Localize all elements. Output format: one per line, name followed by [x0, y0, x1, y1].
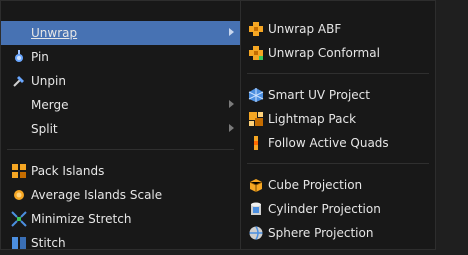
- lightmap-pack-icon: [248, 111, 264, 127]
- menu-separator: [247, 73, 429, 74]
- menu-item-label: Average Islands Scale: [31, 188, 163, 202]
- menu-item-cylinder-projection[interactable]: Cylinder Projection: [241, 197, 435, 221]
- menu-item-average-islands-scale[interactable]: Average Islands Scale: [1, 183, 240, 207]
- smart-uv-project-icon: [248, 87, 264, 103]
- unwrap-submenu: Unwrap ABF Unwrap Conformal Smart UV Pro…: [240, 0, 436, 250]
- average-islands-scale-icon: [11, 187, 27, 203]
- menu-item-sphere-projection[interactable]: Sphere Projection: [241, 221, 435, 245]
- menu-item-label: Smart UV Project: [268, 88, 370, 102]
- menu-item-label: Follow Active Quads: [268, 136, 389, 150]
- menu-item-stitch[interactable]: Stitch: [1, 231, 240, 255]
- menu-item-label: Stitch: [31, 236, 66, 250]
- pin-icon: [11, 49, 27, 65]
- menu-item-unwrap[interactable]: Unwrap: [1, 21, 240, 45]
- menu-item-label: Lightmap Pack: [268, 112, 357, 126]
- sphere-projection-icon: [248, 225, 264, 241]
- stitch-icon: [11, 235, 27, 251]
- menu-item-label: Unwrap ABF: [268, 22, 342, 36]
- menu-item-split[interactable]: Split: [1, 117, 240, 141]
- submenu-arrow-icon: [229, 100, 234, 108]
- menu-item-smart-uv-project[interactable]: Smart UV Project: [241, 83, 435, 107]
- uv-context-menu: Unwrap Pin Unpin Merge Split Pack Island…: [0, 0, 240, 250]
- menu-item-unpin[interactable]: Unpin: [1, 69, 240, 93]
- menu-item-label: Unwrap: [31, 26, 78, 40]
- menu-item-label: Pack Islands: [31, 164, 105, 178]
- menu-item-unwrap-abf[interactable]: Unwrap ABF: [241, 17, 435, 41]
- submenu-arrow-icon: [229, 28, 234, 36]
- menu-item-label: Pin: [31, 50, 49, 64]
- submenu-arrow-icon: [229, 124, 234, 132]
- pack-islands-icon: [11, 163, 27, 179]
- unwrap-abf-icon: [248, 21, 264, 37]
- menu-item-label: Unwrap Conformal: [268, 46, 380, 60]
- menu-item-lightmap-pack[interactable]: Lightmap Pack: [241, 107, 435, 131]
- cube-projection-icon: [248, 177, 264, 193]
- menu-item-label: Cube Projection: [268, 178, 363, 192]
- menu-item-label: Cylinder Projection: [268, 202, 381, 216]
- menu-item-label: Split: [31, 122, 58, 136]
- menu-item-merge[interactable]: Merge: [1, 93, 240, 117]
- menu-item-label: Minimize Stretch: [31, 212, 132, 226]
- menu-item-unwrap-conformal[interactable]: Unwrap Conformal: [241, 41, 435, 65]
- cylinder-projection-icon: [248, 201, 264, 217]
- menu-item-minimize-stretch[interactable]: Minimize Stretch: [1, 207, 240, 231]
- menu-item-pack-islands[interactable]: Pack Islands: [1, 159, 240, 183]
- menu-item-label: Sphere Projection: [268, 226, 374, 240]
- menu-item-pin[interactable]: Pin: [1, 45, 240, 69]
- menu-item-label: Unpin: [31, 74, 66, 88]
- follow-active-quads-icon: [248, 135, 264, 151]
- menu-item-label: Merge: [31, 98, 69, 112]
- unwrap-conformal-icon: [248, 45, 264, 61]
- minimize-stretch-icon: [11, 211, 27, 227]
- menu-separator: [247, 163, 429, 164]
- unpin-icon: [11, 73, 27, 89]
- menu-separator: [7, 149, 234, 150]
- menu-item-cube-projection[interactable]: Cube Projection: [241, 173, 435, 197]
- menu-item-follow-active-quads[interactable]: Follow Active Quads: [241, 131, 435, 155]
